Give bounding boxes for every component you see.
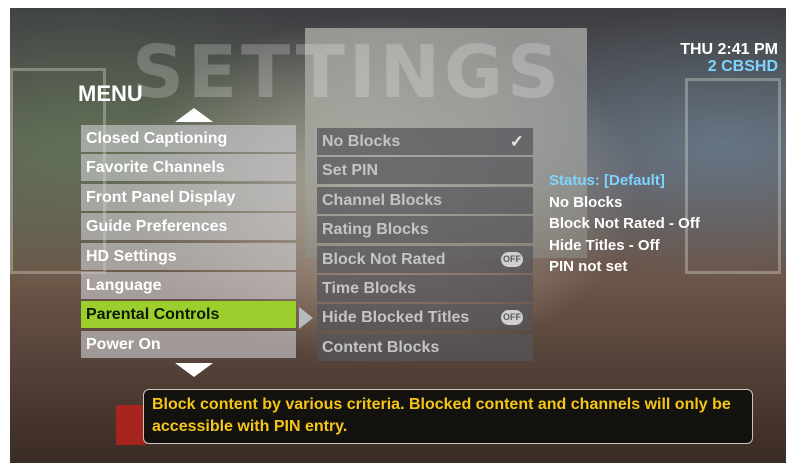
checkmark-icon: ✓ bbox=[509, 132, 524, 151]
submenu-item-rating-blocks[interactable]: Rating Blocks bbox=[317, 216, 533, 244]
menu-item-language[interactable]: Language bbox=[81, 271, 296, 299]
submenu-item-time-blocks[interactable]: Time Blocks bbox=[317, 274, 533, 302]
submenu-item-label: Rating Blocks bbox=[322, 221, 429, 239]
settings-menu: Closed Captioning Favorite Channels Fron… bbox=[81, 125, 296, 360]
submenu-item-label: No Blocks bbox=[322, 133, 401, 150]
scroll-down-arrow-icon[interactable] bbox=[175, 363, 213, 377]
off-toggle-icon[interactable]: OFF bbox=[501, 251, 523, 267]
submenu-item-label: Content Blocks bbox=[322, 338, 440, 356]
submenu-item-channel-blocks[interactable]: Channel Blocks bbox=[317, 186, 533, 214]
menu-item-hd-settings[interactable]: HD Settings bbox=[81, 242, 296, 270]
submenu-item-label: Time Blocks bbox=[322, 279, 416, 297]
off-toggle-icon[interactable]: OFF bbox=[501, 310, 523, 326]
menu-item-parental-controls[interactable]: Parental Controls bbox=[81, 301, 296, 329]
status-line: Block Not Rated - Off bbox=[549, 215, 700, 232]
channel-logo-fragment bbox=[116, 405, 146, 445]
status-line: PIN not set bbox=[549, 258, 628, 275]
scroll-up-arrow-icon[interactable] bbox=[175, 108, 213, 122]
status-line: Hide Titles - Off bbox=[549, 236, 660, 254]
submenu-item-content-blocks[interactable]: Content Blocks bbox=[317, 333, 533, 361]
status-line: No Blocks bbox=[549, 193, 623, 211]
parental-controls-submenu: No Blocks ✓ Set PIN Channel Blocks Ratin… bbox=[317, 128, 533, 363]
time-text: THU 2:41 PM bbox=[680, 41, 778, 58]
submenu-item-label: Block Not Rated bbox=[322, 250, 446, 268]
menu-item-favorite-channels[interactable]: Favorite Channels bbox=[81, 154, 296, 182]
menu-item-power-on[interactable]: Power On bbox=[81, 330, 296, 358]
clock-display: THU 2:41 PM 2 CBSHD bbox=[680, 41, 778, 75]
settings-watermark: SETTINGS bbox=[132, 30, 563, 114]
tv-screen: SETTINGS THU 2:41 PM 2 CBSHD MENU Closed… bbox=[10, 8, 786, 463]
menu-item-front-panel-display[interactable]: Front Panel Display bbox=[81, 183, 296, 211]
submenu-pointer-icon bbox=[299, 307, 313, 329]
status-title: Status: [Default] bbox=[549, 172, 665, 189]
status-panel: Status: [Default] No Blocks Block Not Ra… bbox=[549, 170, 700, 278]
submenu-item-label: Channel Blocks bbox=[322, 191, 443, 209]
help-text-box: Block content by various criteria. Block… bbox=[143, 389, 753, 444]
submenu-item-set-pin[interactable]: Set PIN bbox=[317, 157, 533, 185]
menu-item-guide-preferences[interactable]: Guide Preferences bbox=[81, 213, 296, 241]
submenu-item-hide-blocked-titles[interactable]: Hide Blocked Titles OFF bbox=[317, 304, 533, 332]
menu-item-closed-captioning[interactable]: Closed Captioning bbox=[81, 125, 296, 152]
submenu-item-no-blocks[interactable]: No Blocks ✓ bbox=[317, 128, 533, 155]
submenu-item-label: Hide Blocked Titles bbox=[322, 309, 470, 327]
channel-text: 2 CBSHD bbox=[707, 58, 778, 75]
submenu-item-label: Set PIN bbox=[322, 162, 379, 180]
menu-title: MENU bbox=[78, 81, 143, 106]
submenu-item-block-not-rated[interactable]: Block Not Rated OFF bbox=[317, 245, 533, 273]
